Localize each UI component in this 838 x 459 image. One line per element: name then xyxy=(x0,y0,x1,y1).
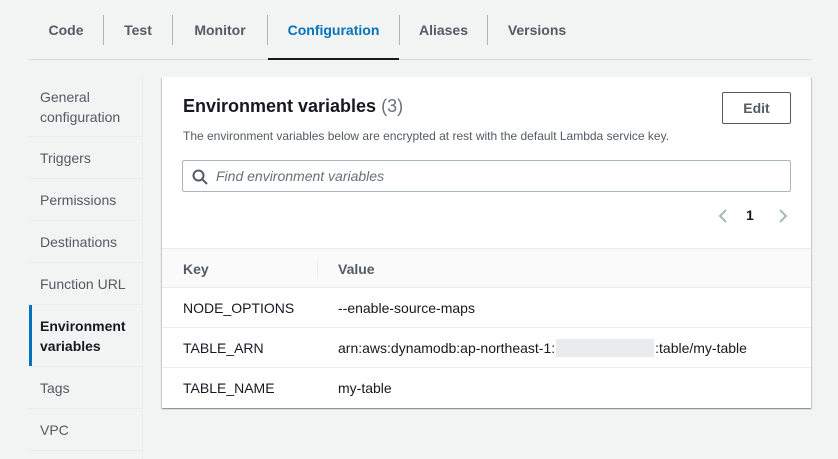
search-icon xyxy=(192,169,208,185)
sidebar-item-permissions[interactable]: Permissions xyxy=(29,179,143,221)
chevron-right-icon[interactable] xyxy=(774,208,790,224)
sidebar-item-label: Environment variables xyxy=(40,317,126,354)
edit-button[interactable]: Edit xyxy=(722,92,791,124)
sidebar-item-label: General configuration xyxy=(40,88,121,125)
redacted-account-id xyxy=(556,339,655,357)
sidebar-item-function-url[interactable]: Function URL xyxy=(29,263,143,305)
sidebar-item-general-configuration[interactable]: General configuration xyxy=(29,77,143,137)
sidebar-item-vpc[interactable]: VPC xyxy=(29,409,143,451)
sidebar-item-destinations[interactable]: Destinations xyxy=(29,221,143,263)
table-header: Key Value xyxy=(162,248,811,288)
variable-value: arn:aws:dynamodb:ap-northeast-1: :table/m… xyxy=(338,328,747,368)
page-number[interactable]: 1 xyxy=(746,207,754,223)
config-sidebar: General configuration Triggers Permissio… xyxy=(29,77,143,459)
sidebar-item-label: Tags xyxy=(40,379,70,396)
column-header-value[interactable]: Value xyxy=(338,249,375,288)
variable-value: my-table xyxy=(338,380,392,396)
sidebar-item-tags[interactable]: Tags xyxy=(29,367,143,409)
environment-variables-table: Key Value NODE_OPTIONS --enable-source-m… xyxy=(162,248,811,408)
variable-key: NODE_OPTIONS xyxy=(183,300,295,316)
variable-key: TABLE_ARN xyxy=(183,340,264,356)
panel-description: The environment variables below are encr… xyxy=(183,129,670,143)
table-row: TABLE_ARN arn:aws:dynamodb:ap-northeast-… xyxy=(162,328,811,368)
panel-title: Environment variables (3) xyxy=(183,96,403,117)
tab-configuration[interactable]: Configuration xyxy=(268,0,399,60)
tab-code[interactable]: Code xyxy=(29,0,103,59)
sidebar-item-label: Destinations xyxy=(40,233,118,250)
pagination: 1 xyxy=(716,205,790,227)
variable-key: TABLE_NAME xyxy=(183,380,275,396)
environment-variables-panel: Environment variables (3) The environmen… xyxy=(162,77,811,408)
table-row: TABLE_NAME my-table xyxy=(162,368,811,408)
sidebar-item-environment-variables[interactable]: Environment variables xyxy=(29,305,143,367)
value-suffix: :table/my-table xyxy=(655,340,747,356)
sidebar-item-label: Triggers xyxy=(40,149,91,166)
panel-title-text: Environment variables xyxy=(183,96,377,116)
sidebar-item-label: VPC xyxy=(40,421,69,438)
tab-monitor[interactable]: Monitor xyxy=(173,0,267,59)
variable-value: --enable-source-maps xyxy=(338,300,475,316)
tab-test[interactable]: Test xyxy=(104,0,172,59)
column-header-key[interactable]: Key xyxy=(183,249,209,288)
table-row: NODE_OPTIONS --enable-source-maps xyxy=(162,288,811,328)
tab-versions[interactable]: Versions xyxy=(488,0,586,59)
chevron-left-icon[interactable] xyxy=(716,208,732,224)
column-divider xyxy=(317,260,318,278)
tab-aliases[interactable]: Aliases xyxy=(400,0,487,59)
variable-count: (3) xyxy=(381,96,404,116)
value-prefix: arn:aws:dynamodb:ap-northeast-1: xyxy=(338,340,556,356)
sidebar-item-label: Function URL xyxy=(40,275,126,292)
search-input[interactable] xyxy=(216,161,776,191)
sidebar-item-label: Permissions xyxy=(40,191,117,208)
sidebar-item-triggers[interactable]: Triggers xyxy=(29,137,143,179)
search-box xyxy=(182,160,791,192)
tab-bar: Code Test Monitor Configuration Aliases … xyxy=(29,0,811,60)
